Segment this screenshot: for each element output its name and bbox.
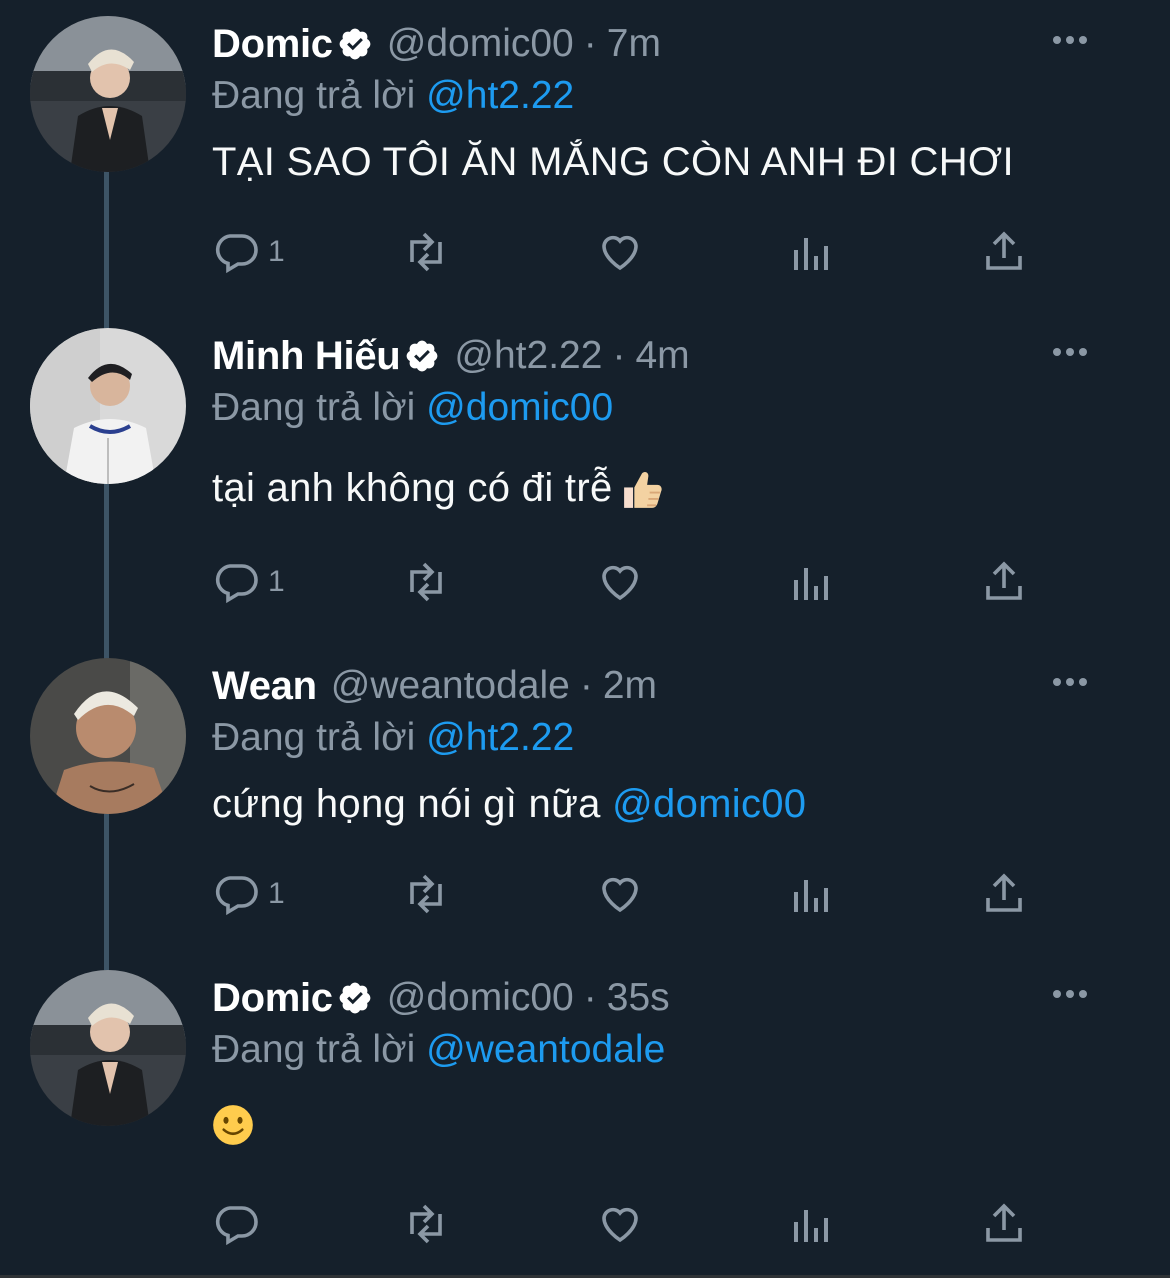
like-icon [602, 235, 638, 271]
action-bar [212, 1194, 1052, 1254]
verified-badge-icon [339, 982, 371, 1014]
display-name[interactable]: Domic [212, 22, 333, 67]
replying-prefix: Đang trả lời [212, 1028, 416, 1071]
share-icon [986, 561, 1022, 600]
avatar[interactable] [30, 328, 186, 484]
views-icon [794, 1210, 828, 1242]
replying-to: Đang trả lời @domic00 [212, 386, 1090, 438]
share-button[interactable] [980, 1194, 1028, 1254]
retweet-button[interactable] [402, 222, 450, 282]
like-button[interactable] [596, 1194, 644, 1254]
separator-dot: · [583, 22, 597, 65]
action-bar: 1 [212, 864, 1052, 924]
handle[interactable]: @ht2.22 [454, 334, 602, 378]
separator-dot: · [612, 334, 626, 377]
replying-mention[interactable]: @domic00 [426, 386, 613, 429]
replying-prefix: Đang trả lời [212, 716, 416, 759]
retweet-icon [410, 1204, 442, 1244]
like-icon [602, 565, 638, 601]
action-bar: 1 [212, 552, 1052, 612]
reply-icon [215, 234, 258, 274]
tweet-text: tại anh không có đi trễ [212, 466, 1090, 513]
like-button[interactable] [596, 552, 644, 612]
display-name[interactable]: Domic [212, 976, 333, 1021]
views-icon [794, 568, 828, 600]
share-icon [986, 231, 1022, 270]
avatar[interactable] [30, 658, 186, 814]
replying-to: Đang trả lời @ht2.22 [212, 716, 1090, 768]
more-icon[interactable] [1050, 30, 1090, 50]
reply-icon [215, 564, 258, 604]
reply-count: 1 [268, 877, 285, 910]
display-name[interactable]: Minh Hiếu [212, 334, 401, 379]
views-button[interactable] [788, 222, 836, 282]
retweet-icon [410, 874, 442, 914]
tweet-text: cứng họng nói gì nữa @domic00 [212, 782, 1090, 827]
avatar[interactable] [30, 970, 186, 1126]
tweet-text-body: cứng họng nói gì nữa [212, 782, 613, 826]
replying-mention[interactable]: @ht2.22 [426, 716, 574, 759]
action-bar: 1 [212, 222, 1052, 282]
views-button[interactable] [788, 552, 836, 612]
like-button[interactable] [596, 222, 644, 282]
share-button[interactable] [980, 552, 1028, 612]
reply-button[interactable] [212, 1194, 260, 1254]
like-icon [602, 1207, 638, 1243]
share-icon [986, 1203, 1022, 1242]
thumbs-up-emoji [623, 472, 662, 509]
replying-prefix: Đang trả lời [212, 74, 416, 117]
share-button[interactable] [980, 222, 1028, 282]
replying-prefix: Đang trả lời [212, 386, 416, 429]
more-icon[interactable] [1050, 672, 1090, 692]
display-name[interactable]: Wean [212, 664, 317, 709]
reply-button[interactable]: 1 [212, 864, 285, 924]
reply-count: 1 [268, 565, 285, 598]
handle[interactable]: @domic00 [387, 22, 574, 66]
timestamp[interactable]: 4m [635, 334, 689, 378]
avatar[interactable] [30, 16, 186, 172]
views-icon [794, 880, 828, 912]
views-button[interactable] [788, 1194, 836, 1254]
reply-icon [215, 876, 258, 916]
share-icon [986, 873, 1022, 912]
replying-to: Đang trả lời @ht2.22 [212, 74, 1090, 126]
more-icon[interactable] [1050, 342, 1090, 362]
reply-button[interactable]: 1 [212, 552, 285, 612]
views-button[interactable] [788, 864, 836, 924]
smile-emoji [213, 1105, 253, 1145]
replying-mention[interactable]: @weantodale [426, 1028, 665, 1071]
retweet-button[interactable] [402, 552, 450, 612]
tweet-text: TẠI SAO TÔI ĂN MẮNG CÒN ANH ĐI CHƠI [212, 140, 1090, 185]
retweet-icon [410, 232, 442, 272]
separator-dot: · [579, 664, 593, 707]
handle[interactable]: @weantodale [331, 664, 570, 708]
thread-line [104, 170, 109, 980]
reply-button[interactable]: 1 [212, 222, 285, 282]
like-button[interactable] [596, 864, 644, 924]
reply-count: 1 [268, 235, 285, 268]
tweet-text [212, 1104, 1090, 1156]
replying-mention[interactable]: @ht2.22 [426, 74, 574, 117]
tweet-text-body: tại anh không có đi trễ [212, 466, 613, 510]
retweet-button[interactable] [402, 864, 450, 924]
more-icon[interactable] [1050, 984, 1090, 1004]
reply-icon [215, 1206, 258, 1246]
retweet-button[interactable] [402, 1194, 450, 1254]
tweet-text-body: TẠI SAO TÔI ĂN MẮNG CÒN ANH ĐI CHƠI [212, 140, 1014, 184]
views-icon [794, 238, 828, 270]
verified-badge-icon [339, 28, 371, 60]
like-icon [602, 877, 638, 913]
replying-to: Đang trả lời @weantodale [212, 1028, 1090, 1080]
share-button[interactable] [980, 864, 1028, 924]
verified-badge-icon [407, 340, 438, 372]
timestamp[interactable]: 2m [603, 664, 657, 708]
timestamp[interactable]: 35s [607, 976, 670, 1020]
separator-dot: · [583, 976, 597, 1019]
text-mention[interactable]: @domic00 [612, 782, 806, 826]
retweet-icon [410, 562, 442, 602]
handle[interactable]: @domic00 [387, 976, 574, 1020]
timestamp[interactable]: 7m [607, 22, 661, 66]
